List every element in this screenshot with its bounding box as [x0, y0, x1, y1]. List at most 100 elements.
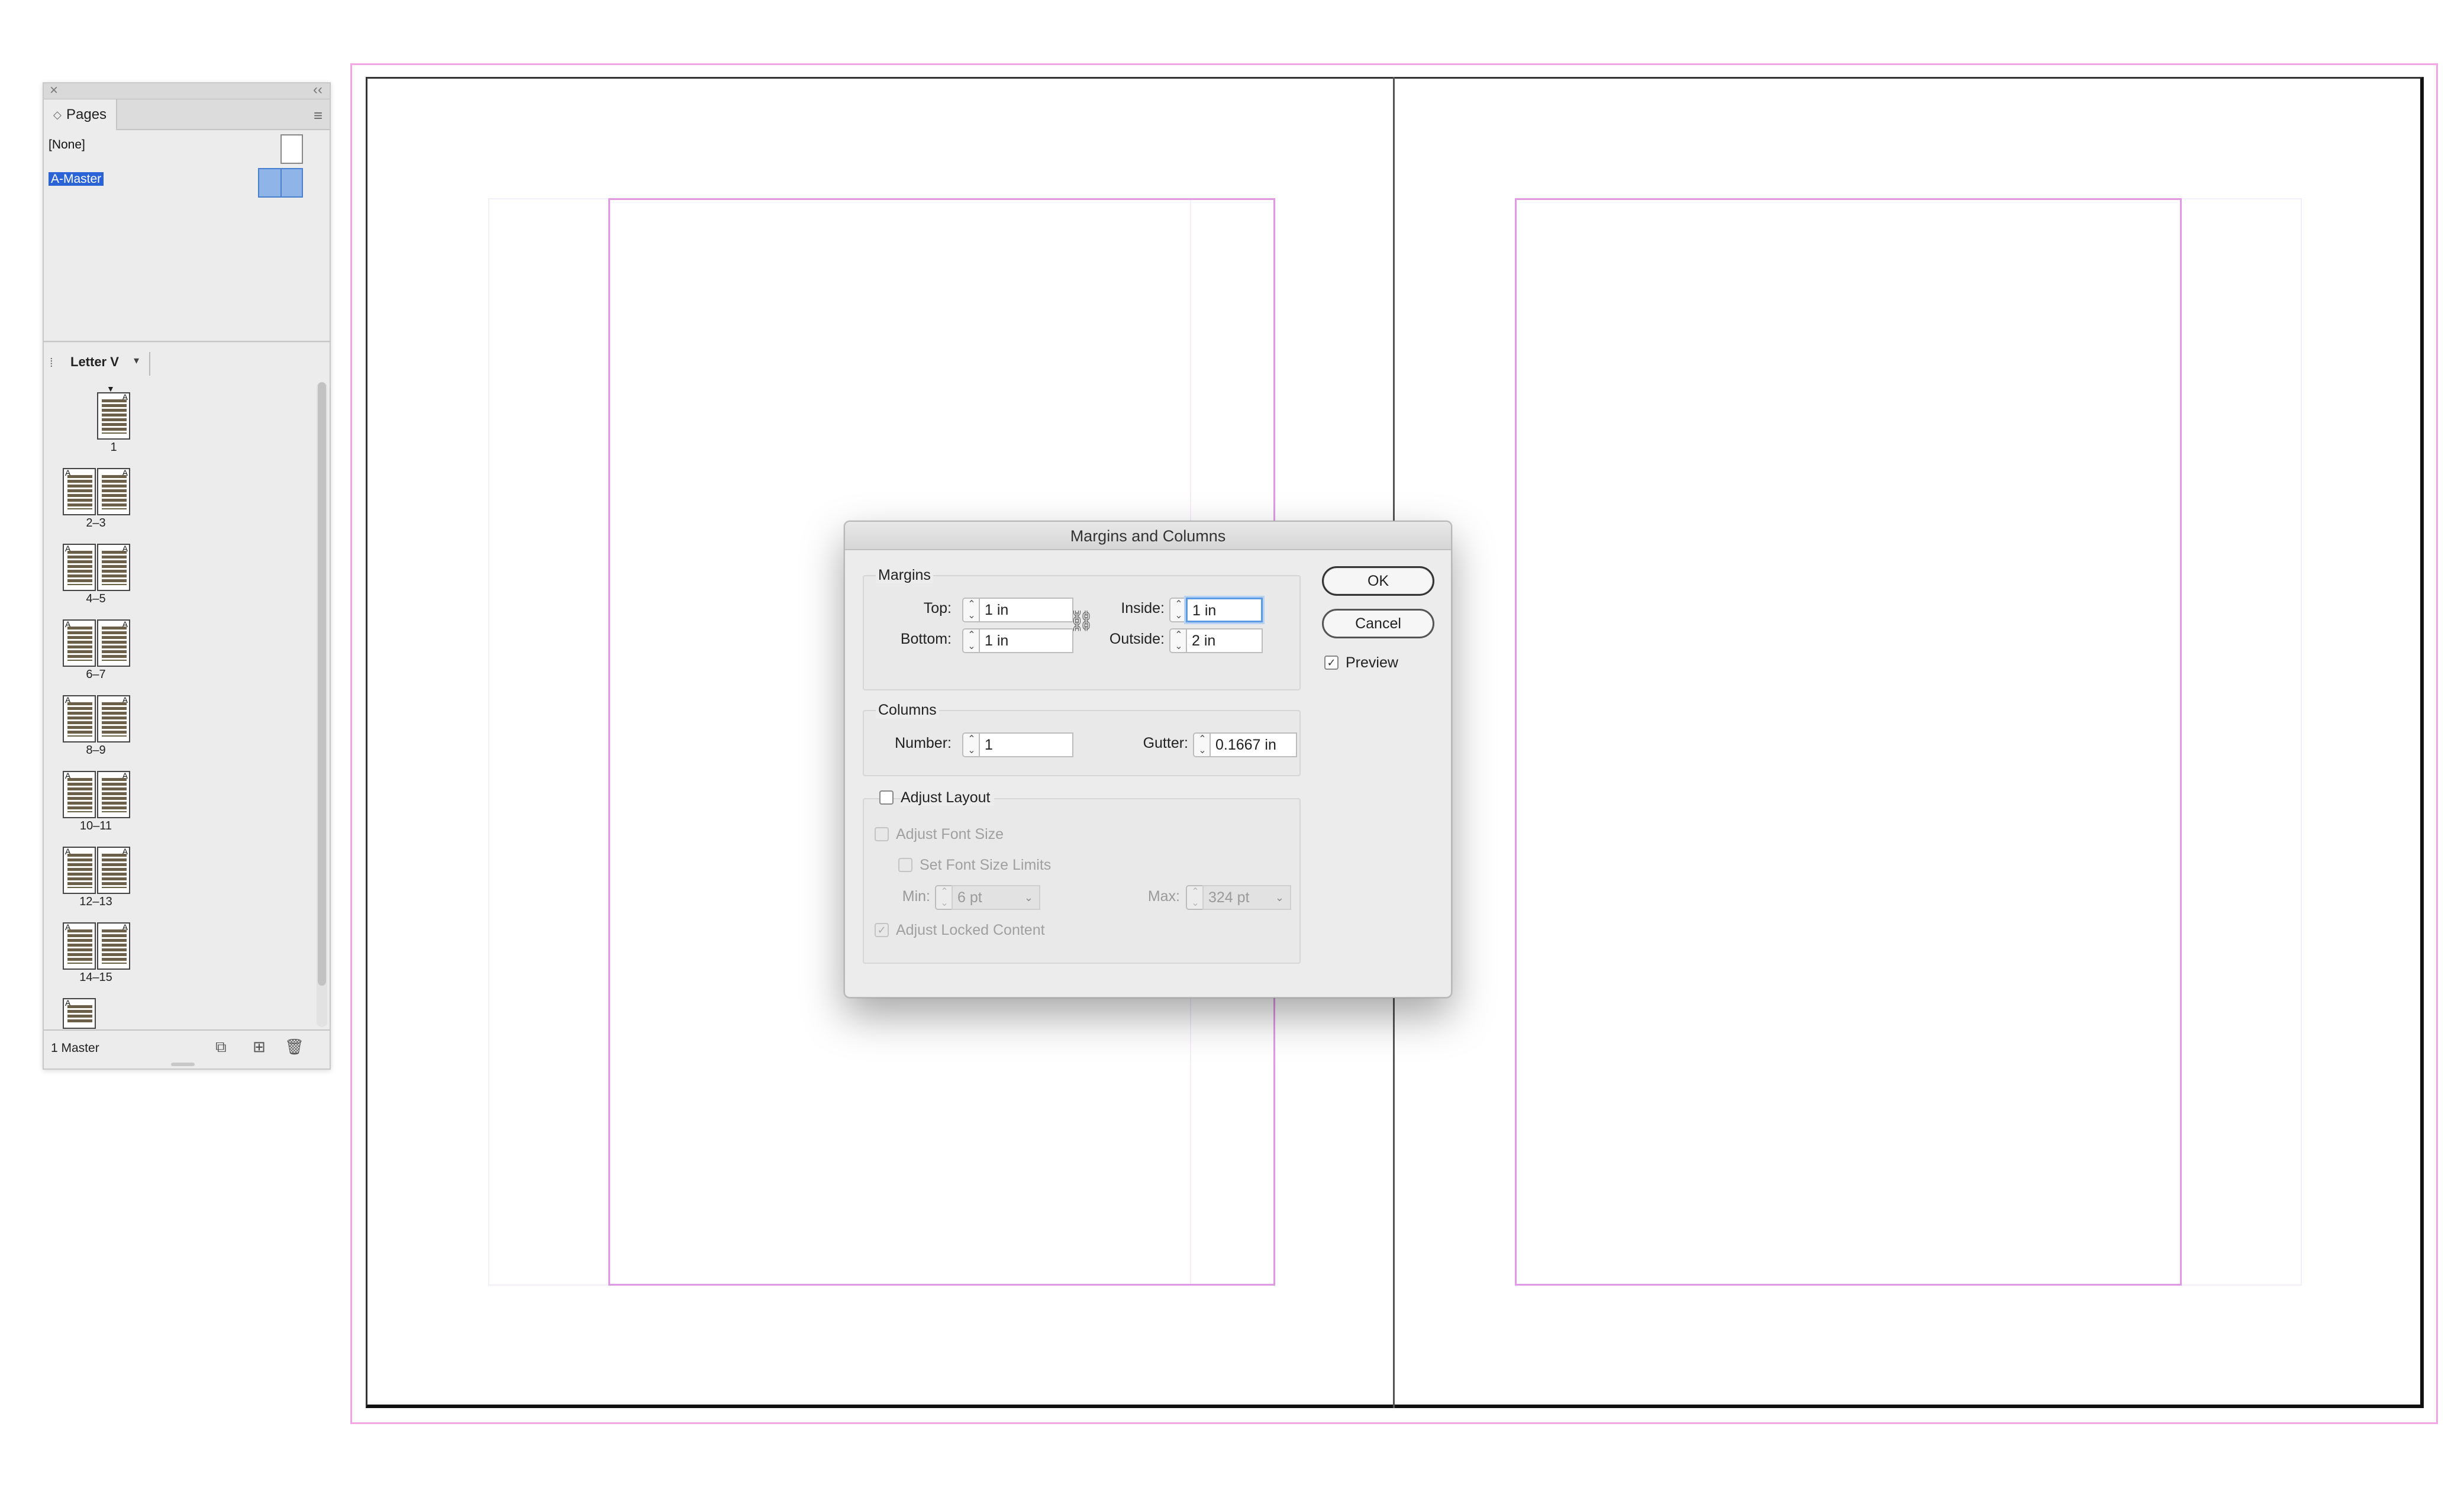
bottom-field[interactable]: 1 in — [979, 628, 1073, 653]
dialog-title: Margins and Columns — [845, 522, 1451, 550]
adjust-font-size-checkbox[interactable] — [875, 827, 889, 841]
page-size-label[interactable]: Letter V — [70, 354, 119, 370]
panel-tab-bar: ◇ Pages ≡ — [44, 99, 330, 130]
adjust-font-size-label: Adjust Font Size — [896, 826, 1004, 842]
master-none-thumbnail[interactable] — [280, 134, 303, 164]
top-field[interactable]: 1 in — [979, 598, 1073, 622]
chain-link-icon[interactable]: ⛓ — [1069, 609, 1094, 633]
number-label: Number: — [895, 735, 952, 751]
max-value: 324 pt — [1208, 889, 1250, 906]
pages-scrollbar[interactable] — [317, 382, 327, 1027]
divider — [149, 352, 150, 376]
max-stepper[interactable]: ⌃ ⌄ — [1186, 885, 1204, 910]
tab-pages-label: Pages — [66, 106, 107, 122]
master-none[interactable]: [None] — [49, 138, 85, 152]
chevron-down-icon: ⌄ — [1024, 892, 1033, 903]
gutter-label: Gutter: — [1143, 735, 1188, 751]
inside-stepper[interactable]: ⌃ ⌄ — [1169, 598, 1187, 622]
number-field[interactable]: 1 — [979, 732, 1073, 757]
number-stepper[interactable]: ⌃ ⌄ — [962, 732, 980, 757]
page-thumbnail-6[interactable]: A — [63, 619, 96, 667]
top-label: Top: — [923, 600, 952, 616]
page-label: 10–11 — [79, 819, 112, 832]
inside-label: Inside: — [1121, 600, 1165, 616]
page-label: 1 — [110, 441, 117, 454]
page-thumbnail-12[interactable]: A — [63, 847, 96, 894]
page-size-row: ⁞ Letter V ▾ — [44, 348, 330, 378]
grip-icon[interactable]: ⁞ — [50, 357, 53, 370]
preview-label: Preview — [1346, 654, 1398, 671]
close-panel-icon[interactable]: × — [50, 82, 58, 99]
page-thumbnail-8[interactable]: A — [63, 695, 96, 742]
pages-panel: × ‹‹ ◇ Pages ≡ [None] A-Master ⁞ Letter … — [43, 82, 331, 1070]
page-thumbnail-4[interactable]: A — [63, 544, 96, 591]
outside-label: Outside: — [1109, 631, 1165, 647]
min-field[interactable]: 6 pt ⌄ — [952, 885, 1040, 910]
page-thumbnail-14[interactable]: A — [63, 922, 96, 970]
adjust-layout-group — [863, 798, 1301, 964]
page-count-status: 1 Master — [51, 1041, 99, 1055]
tab-chevron-icon: ◇ — [53, 109, 62, 121]
page-thumbnail-9[interactable]: A — [97, 695, 130, 742]
panel-footer: 1 Master ⧉ ⊞ 🗑 — [44, 1029, 330, 1068]
tab-pages[interactable]: ◇ Pages — [44, 99, 117, 130]
margins-group-label: Margins — [876, 567, 933, 584]
page-thumbnail-10[interactable]: A — [63, 771, 96, 818]
page-thumbnail-5[interactable]: A — [97, 544, 130, 591]
page-thumbnail-1[interactable]: A — [97, 392, 130, 440]
adjust-layout-checkbox[interactable] — [879, 790, 894, 805]
page-label: 12–13 — [79, 895, 112, 908]
panel-section-divider[interactable] — [44, 341, 330, 343]
min-stepper[interactable]: ⌃ ⌄ — [935, 885, 953, 910]
page-thumbnail-13[interactable]: A — [97, 847, 130, 894]
preview-checkbox[interactable]: ✓ — [1324, 656, 1339, 670]
gutter-field[interactable]: 0.1667 in — [1210, 732, 1297, 757]
bottom-stepper[interactable]: ⌃ ⌄ — [962, 628, 980, 653]
outside-stepper[interactable]: ⌃ ⌄ — [1169, 628, 1187, 653]
panel-resize-grip[interactable] — [171, 1063, 195, 1066]
master-a[interactable]: A-Master — [49, 172, 104, 186]
ok-button[interactable]: OK — [1322, 566, 1434, 596]
max-field[interactable]: 324 pt ⌄ — [1202, 885, 1291, 910]
margins-columns-dialog: Margins and Columns Margins Top: ⌃ ⌄ 1 in… — [844, 521, 1452, 998]
cancel-button[interactable]: Cancel — [1322, 609, 1434, 638]
gutter-stepper[interactable]: ⌃ ⌄ — [1193, 732, 1211, 757]
page-thumbnail-11[interactable]: A — [97, 771, 130, 818]
top-stepper[interactable]: ⌃ ⌄ — [962, 598, 980, 622]
page-thumbnail-3[interactable]: A — [97, 468, 130, 515]
master-a-label: A-Master — [49, 172, 104, 186]
page-thumbnail-15[interactable]: A — [97, 922, 130, 970]
min-value: 6 pt — [957, 889, 982, 906]
page-size-dropdown-icon[interactable]: ▾ — [134, 354, 139, 367]
right-page-margin-guide — [1515, 198, 2182, 1286]
scrollbar-thumb[interactable] — [318, 382, 326, 986]
edit-page-size-icon[interactable]: ⧉ — [215, 1038, 227, 1057]
trash-icon[interactable]: 🗑 — [285, 1038, 304, 1056]
adjust-locked-content-label: Adjust Locked Content — [896, 922, 1045, 938]
master-a-thumbnail[interactable] — [258, 168, 303, 198]
max-label: Max: — [1147, 888, 1180, 905]
chevron-down-icon: ⌄ — [1275, 892, 1284, 903]
adjust-locked-content-checkbox[interactable]: ✓ — [875, 923, 889, 937]
new-page-icon[interactable]: ⊞ — [253, 1038, 266, 1056]
page-thumbnail-16[interactable]: A — [63, 998, 96, 1029]
min-label: Min: — [902, 888, 930, 905]
page-thumbnail-7[interactable]: A — [97, 619, 130, 667]
set-font-size-limits-label: Set Font Size Limits — [920, 857, 1052, 873]
collapse-panel-icon[interactable]: ‹‹ — [313, 82, 322, 98]
page-label: 14–15 — [79, 971, 112, 984]
page-label: 4–5 — [86, 592, 106, 605]
master-none-label: [None] — [49, 138, 85, 151]
outside-field[interactable]: 2 in — [1186, 628, 1263, 653]
inside-field[interactable]: 1 in — [1186, 598, 1263, 622]
panel-menu-icon[interactable]: ≡ — [314, 106, 322, 125]
bottom-label: Bottom: — [900, 631, 952, 647]
set-font-size-limits-checkbox[interactable] — [898, 858, 912, 872]
page-label: 6–7 — [86, 668, 106, 681]
columns-group-label: Columns — [876, 702, 939, 719]
panel-titlebar: × ‹‹ — [44, 82, 330, 99]
page-label: 2–3 — [86, 516, 106, 530]
adjust-layout-label: Adjust Layout — [901, 789, 994, 806]
page-label: 8–9 — [86, 744, 106, 757]
page-thumbnail-2[interactable]: A — [63, 468, 96, 515]
